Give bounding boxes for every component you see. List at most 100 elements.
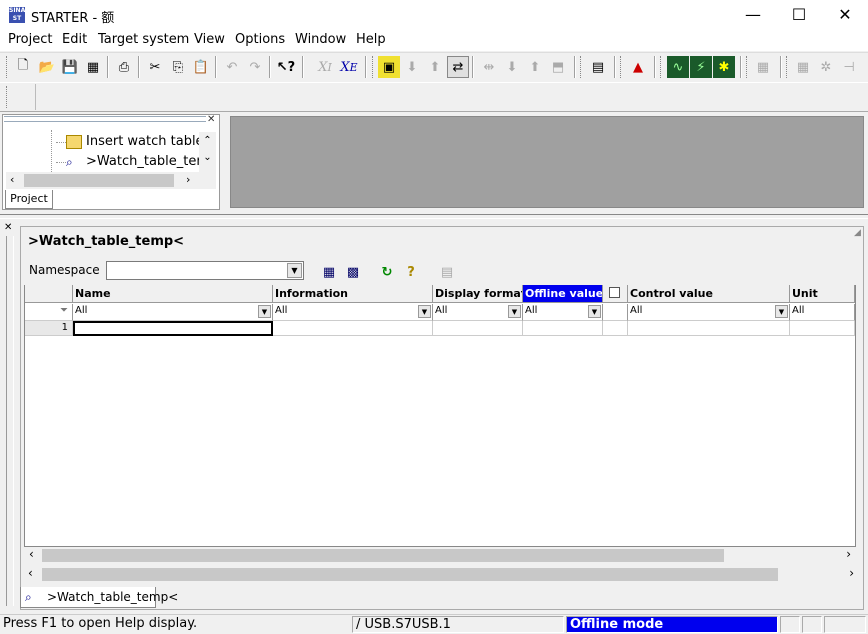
scroll-right-icon[interactable]: › [846,547,851,561]
measure-function-icon[interactable]: ⚡ [690,56,712,78]
save-icon[interactable]: 💾 [59,56,81,78]
scroll-up-icon[interactable]: ⌃ [199,132,216,150]
column-header-unit[interactable]: Unit [790,285,855,303]
detail-close-icon[interactable]: ✕ [4,222,12,233]
scroll-left-icon[interactable]: ‹ [10,173,14,186]
device-config-icon[interactable]: ▦ [752,56,774,78]
window-horizontal-scrollbar[interactable]: ‹ › [22,566,858,583]
column-header-information[interactable]: Information [273,285,433,303]
chevron-down-icon[interactable]: ▼ [258,305,271,318]
filter-offline-value[interactable]: All ▼ [523,304,603,321]
cell-information[interactable] [273,321,433,336]
menu-project[interactable]: Project [8,32,52,47]
resize-grip-icon[interactable]: ◢ [854,228,861,238]
download-icon[interactable]: ⬇ [401,56,423,78]
toolbar-grip[interactable] [746,56,749,78]
row-number[interactable]: 1 [25,321,73,336]
help-icon[interactable]: ? [400,261,422,283]
chevron-down-icon[interactable]: ▼ [418,305,431,318]
menu-window[interactable]: Window [295,32,346,47]
panel-title-bar[interactable] [4,116,206,122]
cell-control-value[interactable] [628,321,790,336]
cell-unit[interactable] [790,321,855,336]
tree-horizontal-scrollbar[interactable]: ‹ › [6,172,216,189]
redo-icon[interactable]: ↷ [244,56,266,78]
toolbar-grip[interactable] [372,56,375,78]
save-compile-icon[interactable]: ▦ [82,56,104,78]
print-icon[interactable]: ⎙ [113,56,135,78]
cell-name[interactable] [73,321,273,336]
compare-icon[interactable]: ⇹ [478,56,500,78]
copy-ram-rom-icon[interactable]: ⬒ [547,56,569,78]
menu-help[interactable]: Help [356,32,386,47]
scroll-right-icon[interactable]: › [186,173,190,186]
upload-icon[interactable]: ⬆ [424,56,446,78]
menu-view[interactable]: View [194,32,225,47]
tree-item-insert-watch-table[interactable]: Insert watch table [86,134,204,149]
menu-edit[interactable]: Edit [62,32,87,47]
new-file-icon[interactable]: 🗋 [12,56,34,78]
export-xi-icon[interactable]: XI [314,56,336,78]
scroll-thumb[interactable] [42,549,724,562]
filter-display-format[interactable]: All ▼ [433,304,523,321]
export-xe-icon[interactable]: XE [338,56,360,78]
namespace-select[interactable]: ▼ [106,261,304,280]
add-variable-icon[interactable]: ▦ [318,261,340,283]
undo-icon[interactable]: ↶ [221,56,243,78]
filter-name[interactable]: All ▼ [73,304,273,321]
add-parameters-icon[interactable]: ▩ [342,261,364,283]
tree-item-watch-table-temp[interactable]: >Watch_table_temp [86,154,199,169]
scroll-down-icon[interactable]: ⌄ [199,150,216,166]
paste-icon[interactable]: 📋 [190,56,212,78]
chevron-down-icon[interactable]: ▼ [588,305,601,318]
filter-information[interactable]: All ▼ [273,304,433,321]
column-header-offline-value[interactable]: Offline value [523,285,603,303]
column-header-checkbox[interactable] [603,285,628,303]
select-all-checkbox[interactable] [609,287,620,298]
scroll-right-icon[interactable]: › [849,566,854,580]
close-button[interactable]: ✕ [822,0,868,30]
tree-vertical-scrollbar[interactable]: ⌃ ⌄ [199,132,216,172]
copy-icon[interactable]: ⎘ [167,56,189,78]
chevron-down-icon[interactable]: ▼ [287,263,302,278]
toolbar-grip[interactable] [6,56,9,78]
load-to-target-icon[interactable]: ⬆ [524,56,546,78]
menu-target-system[interactable]: Target system [98,32,189,47]
detail-grip[interactable] [6,236,14,606]
accessible-nodes-icon[interactable]: ▤ [587,56,609,78]
open-folder-icon[interactable]: 📂 [36,56,58,78]
settings-gear-icon[interactable]: ✲ [815,56,837,78]
plug-icon[interactable]: ⊣ [838,56,860,78]
minimize-button[interactable]: — [730,0,776,30]
load-to-pg-icon[interactable]: ⬇ [501,56,523,78]
toolbar-grip[interactable] [580,56,583,78]
connect-target-icon[interactable]: ▣ [378,56,400,78]
toolbar-grip[interactable] [786,56,789,78]
scroll-left-icon[interactable]: ‹ [29,547,34,561]
tab-project[interactable]: Project [5,190,53,209]
table-options-icon[interactable]: ▤ [436,261,458,283]
toolbar-grip[interactable] [660,56,663,78]
cut-icon[interactable]: ✂ [144,56,166,78]
filter-unit[interactable]: All [790,304,855,321]
calculator-icon[interactable]: ▦ [792,56,814,78]
column-header-control-value[interactable]: Control value [628,285,790,303]
filter-control-value[interactable]: All ▼ [628,304,790,321]
pane-splitter[interactable] [0,214,868,219]
column-header-name[interactable]: Name [73,285,273,303]
cell-offline-value[interactable] [523,321,603,336]
oscilloscope-icon[interactable]: ✱ [713,56,735,78]
toolbar-grip[interactable] [620,56,623,78]
column-header-display-format[interactable]: Display format [433,285,523,303]
scroll-thumb[interactable] [42,568,778,581]
tab-watch-table-temp[interactable]: ⌕ >Watch_table_temp< [20,587,178,608]
chevron-down-icon[interactable]: ▼ [508,305,521,318]
scroll-thumb[interactable] [24,174,174,187]
chevron-down-icon[interactable]: ▼ [775,305,788,318]
menu-options[interactable]: Options [235,32,285,47]
context-help-icon[interactable]: ↖? [275,56,297,78]
refresh-icon[interactable]: ↻ [376,261,398,283]
cell-display-format[interactable] [433,321,523,336]
control-panel-icon[interactable]: ▲ [627,56,649,78]
cell-checkbox[interactable] [603,321,628,336]
